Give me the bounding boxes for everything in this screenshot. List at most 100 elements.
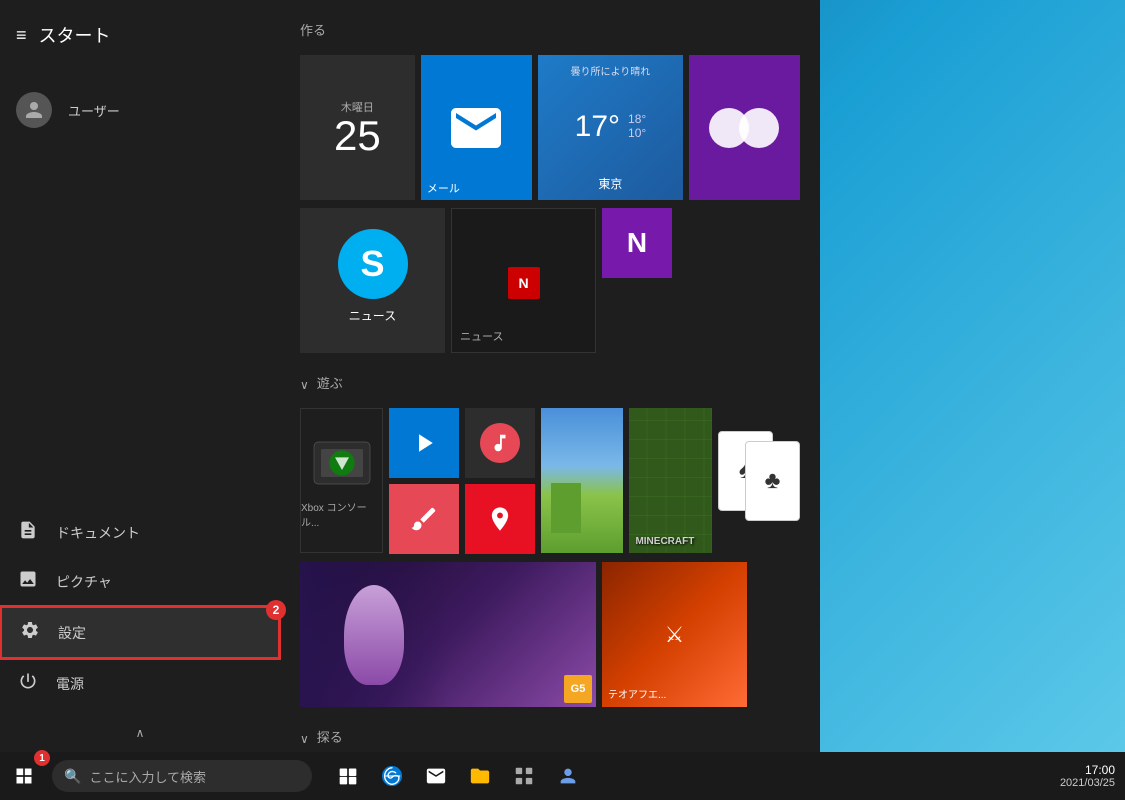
taskbar-extra-icon <box>513 765 535 787</box>
tile-paint3d[interactable] <box>389 484 459 554</box>
taskbar-search[interactable]: 🔍 ここに入力して検索 <box>52 760 312 792</box>
sidebar-header[interactable]: ≡ スタート <box>0 10 280 60</box>
tile-weather[interactable]: 曇り所により晴れ 17° 18° 10° 東京 <box>538 55 683 200</box>
col-weather-news: 曇り所により晴れ 17° 18° 10° 東京 <box>538 55 683 200</box>
search-icon: 🔍 <box>64 768 81 785</box>
taskbar: 1 🔍 ここに入力して検索 <box>0 752 1125 800</box>
dolby-icon <box>704 103 784 153</box>
xbox-icon <box>307 433 377 493</box>
sidebar-item-power[interactable]: 電源 <box>0 659 280 708</box>
clock-time: 17:00 <box>1060 763 1115 777</box>
scenery-bg <box>541 408 623 553</box>
taskbar-icons <box>328 756 588 796</box>
onenote-icon: N <box>627 227 647 259</box>
section-tsukuru: 作る 木曜日 25 メール <box>300 20 800 353</box>
sidebar-item-settings[interactable]: 設定 2 <box>0 606 280 659</box>
section-tsukuru-label: 作る <box>300 20 800 39</box>
windows-icon <box>14 766 34 786</box>
game2-content: ⚔ <box>665 622 685 648</box>
tile-game2[interactable]: ⚔ テオアフエ... <box>602 562 747 707</box>
xbox-label: Xbox コンソール... <box>301 499 382 529</box>
taskbar-person-icon <box>557 765 579 787</box>
mail-label: メール <box>427 180 460 196</box>
skype-logo-circle: S <box>338 229 408 299</box>
settings-label: 設定 <box>58 623 86 643</box>
start-menu: ≡ スタート ユーザー ドキュメント ピクチャ <box>0 0 820 752</box>
section-saguru: ∨ 探る Microsoft Store <box>300 727 800 752</box>
calendar-day-num: 25 <box>334 115 381 157</box>
taskbar-extra-button[interactable] <box>504 756 544 796</box>
tile-game-large[interactable]: G5 <box>300 562 596 707</box>
tile-calendar[interactable]: 木曜日 25 <box>300 55 415 200</box>
saguru-collapse[interactable]: ∨ <box>300 732 309 746</box>
tile-movies[interactable] <box>389 408 459 478</box>
document-icon <box>16 520 40 545</box>
sidebar: ≡ スタート ユーザー ドキュメント ピクチャ <box>0 0 280 752</box>
taskbar-folder-icon <box>469 765 491 787</box>
taskbar-edge-button[interactable] <box>372 756 412 796</box>
tiles-area: 作る 木曜日 25 メール <box>280 0 820 752</box>
skype-label: ニュース <box>349 307 396 324</box>
tile-scenery[interactable] <box>541 408 623 553</box>
weather-temp: 17° <box>575 110 620 144</box>
sidebar-item-user[interactable]: ユーザー <box>0 80 280 140</box>
weather-condition: 曇り所により晴れ <box>571 63 651 78</box>
tile-solitaire[interactable]: ♠ ♣ <box>718 408 800 553</box>
g5-badge: G5 <box>564 675 592 703</box>
solitaire-bg: ♠ ♣ <box>718 416 800 546</box>
tile-mail[interactable]: メール <box>421 55 532 200</box>
asobu-small-group <box>389 408 535 554</box>
weather-high: 18° <box>628 112 646 126</box>
tile-xbox[interactable]: Xbox コンソール... <box>300 408 383 553</box>
picture-icon <box>16 569 40 594</box>
maps-icon <box>486 505 514 533</box>
taskbar-start-button[interactable]: 1 <box>0 752 48 800</box>
tile-maps[interactable] <box>465 484 535 554</box>
minecraft-pattern <box>629 408 711 553</box>
tile-news[interactable]: N ニュース <box>451 208 596 353</box>
taskbar-mail-icon <box>425 765 447 787</box>
weather-city: 東京 <box>598 175 622 192</box>
taskbar-right-area: 17:00 2021/03/25 <box>1060 763 1125 789</box>
start-badge: 1 <box>34 750 50 766</box>
clock-date: 2021/03/25 <box>1060 777 1115 789</box>
collapse-arrow[interactable]: ∧ <box>0 718 280 748</box>
settings-icon <box>18 620 42 645</box>
game2-label: テオアフエ... <box>608 686 666 701</box>
sidebar-item-documents[interactable]: ドキュメント <box>0 508 280 557</box>
groove-icon <box>480 423 520 463</box>
taskview-icon <box>338 766 358 786</box>
taskbar-taskview-button[interactable] <box>328 756 368 796</box>
avatar <box>16 92 52 128</box>
paint-icon <box>409 504 439 534</box>
sidebar-item-pictures[interactable]: ピクチャ <box>0 557 280 606</box>
section-asobu-label: 遊ぶ <box>317 373 343 392</box>
tile-skype[interactable]: S ニュース <box>300 208 445 353</box>
documents-label: ドキュメント <box>56 523 140 543</box>
settings-badge: 2 <box>266 600 286 620</box>
pictures-label: ピクチャ <box>56 572 112 592</box>
game-large-bg: G5 <box>300 562 596 707</box>
news-icon: N <box>508 267 540 299</box>
play-icon <box>409 428 439 458</box>
start-title: スタート <box>39 22 111 48</box>
tile-dolby[interactable] <box>689 55 800 200</box>
tile-onenote[interactable]: N <box>602 208 672 278</box>
hamburger-icon: ≡ <box>16 25 27 46</box>
taskbar-people-button[interactable] <box>548 756 588 796</box>
user-name-label: ユーザー <box>68 101 120 120</box>
asobu-collapse[interactable]: ∨ <box>300 378 309 392</box>
minecraft-bg: MINECRAFT <box>629 408 711 553</box>
game-char-area <box>300 562 448 707</box>
power-label: 電源 <box>56 674 84 694</box>
asobu-row2: G5 ⚔ テオアフエ... <box>300 562 800 707</box>
section-saguru-label: 探る <box>317 727 343 746</box>
tile-minecraft[interactable]: MINECRAFT <box>629 408 711 553</box>
tile-groove[interactable] <box>465 408 535 478</box>
tsukuru-tiles-row: 木曜日 25 メール 曇り所により晴れ <box>300 55 800 200</box>
section-asobu: ∨ 遊ぶ Xbox コンソール... <box>300 373 800 707</box>
taskbar-explorer-button[interactable] <box>460 756 500 796</box>
mail-icon <box>436 98 516 158</box>
taskbar-edge-icon <box>381 765 403 787</box>
taskbar-mail-button[interactable] <box>416 756 456 796</box>
